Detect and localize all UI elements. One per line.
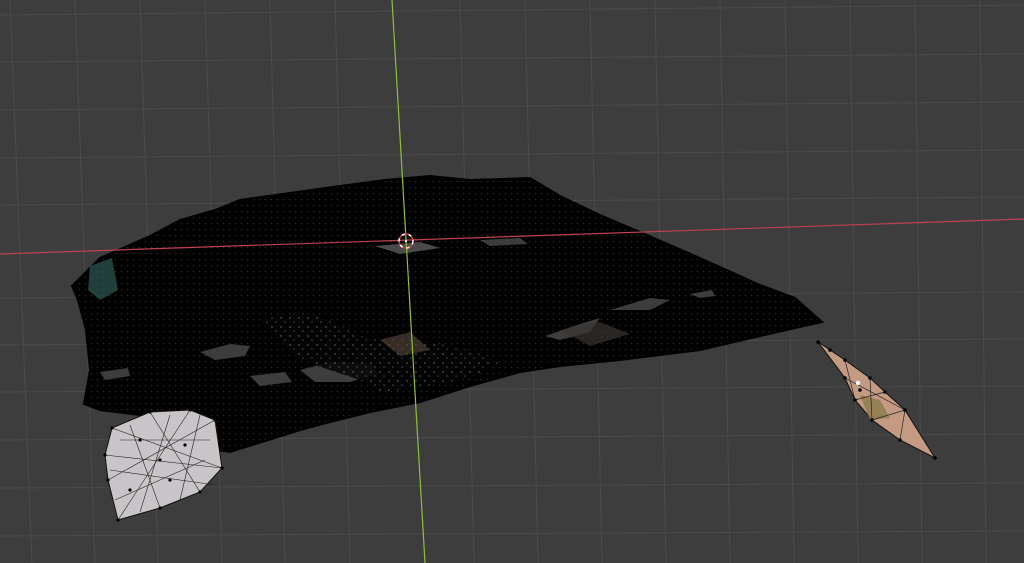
3d-viewport[interactable] xyxy=(0,0,1024,563)
small-mesh-object[interactable] xyxy=(816,340,937,460)
viewport-canvas[interactable] xyxy=(0,0,1024,563)
selected-patch[interactable] xyxy=(103,408,224,522)
